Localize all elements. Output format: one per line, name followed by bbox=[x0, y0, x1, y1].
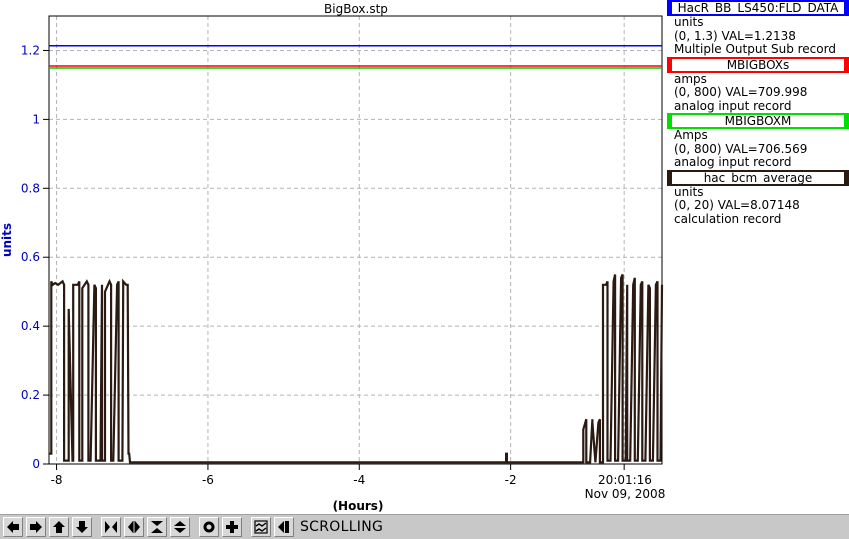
legend-entry-type: analog input record bbox=[674, 155, 792, 169]
zoom-out-x-icon bbox=[128, 521, 140, 533]
pan-right-button[interactable] bbox=[26, 517, 46, 537]
zoom-in-y-button[interactable] bbox=[147, 517, 167, 537]
legend-entry[interactable]: hac_bcm_average units (0, 20) VAL=8.07148 c… bbox=[667, 169, 849, 227]
legend-entry-type: calculation record bbox=[674, 211, 782, 226]
y-axis: 0 0.2 0.4 0.6 0.8 1 1.2 bbox=[21, 43, 49, 471]
zoom-out-x-button[interactable] bbox=[124, 517, 144, 537]
y-tick-label: 1.2 bbox=[21, 43, 40, 57]
x-tick-label: -6 bbox=[202, 473, 214, 487]
zoom-out-y-icon bbox=[174, 521, 186, 533]
legend-entry-range: (0, 800) VAL=706.569 bbox=[674, 141, 808, 156]
pan-up-icon bbox=[53, 521, 65, 533]
legend-entry-range: (0, 1.3) VAL=1.2138 bbox=[674, 28, 796, 43]
current-date-label: Nov 09, 2008 bbox=[585, 487, 666, 501]
pan-left-button[interactable] bbox=[3, 517, 23, 537]
y-tick-label: 1 bbox=[32, 112, 40, 126]
pan-left-icon bbox=[7, 521, 19, 533]
zoom-in-y-icon bbox=[151, 521, 163, 533]
legend-entry-type: Multiple Output Sub record bbox=[674, 42, 836, 56]
scroll-mode-icon bbox=[278, 521, 289, 533]
y-tick-label: 0.2 bbox=[21, 388, 40, 402]
pan-down-button[interactable] bbox=[72, 517, 92, 537]
auto-scale-icon bbox=[203, 521, 215, 533]
reset-button[interactable] bbox=[222, 517, 242, 537]
zoom-out-y-button[interactable] bbox=[170, 517, 190, 537]
legend-entry[interactable]: HacR_BB_LS450:FLD_DATA units (0, 1.3) VAL=… bbox=[667, 0, 849, 57]
stripchart-plot: BigBox.stp 0 0.2 0.4 0.6 0.8 1 1.2 -8 -6 -4 -2 un… bbox=[0, 2, 666, 513]
scroll-mode-button[interactable] bbox=[274, 517, 294, 537]
current-time-label: 20:01:16 bbox=[598, 473, 652, 487]
stagger-button[interactable] bbox=[251, 517, 271, 537]
legend-entry-name[interactable]: MBIGBOXM bbox=[667, 113, 849, 129]
toolbar: SCROLLING bbox=[0, 514, 849, 539]
x-tick-label: -4 bbox=[353, 473, 365, 487]
legend-entry-name[interactable]: HacR_BB_LS450:FLD_DATA bbox=[667, 0, 849, 16]
x-axis: -8 -6 -4 -2 bbox=[51, 464, 625, 487]
chart-title: BigBox.stp bbox=[324, 2, 388, 16]
pan-right-icon bbox=[30, 521, 42, 533]
y-tick-label: 0.8 bbox=[21, 181, 40, 195]
y-tick-label: 0.6 bbox=[21, 250, 40, 264]
stagger-icon bbox=[254, 520, 268, 534]
x-tick-label: -8 bbox=[51, 473, 63, 487]
legend-entry-range: (0, 20) VAL=8.07148 bbox=[674, 198, 800, 212]
legend-entry[interactable]: MBIGBOXM Amps (0, 800) VAL=706.569 analog i… bbox=[667, 113, 849, 170]
legend-entry-range: (0, 800) VAL=709.998 bbox=[674, 85, 808, 99]
series-lines bbox=[49, 44, 664, 464]
reset-icon bbox=[226, 521, 238, 533]
zoom-in-x-button[interactable] bbox=[101, 517, 121, 537]
legend-entry-units: units bbox=[674, 184, 704, 199]
pan-up-button[interactable] bbox=[49, 517, 69, 537]
series-line-hac-bcm-average bbox=[49, 274, 664, 464]
legend: HacR_BB_LS450:FLD_DATA units (0, 1.3) VAL=… bbox=[667, 0, 849, 226]
legend-entry-type: analog input record bbox=[674, 98, 792, 113]
grid-lines bbox=[49, 16, 662, 464]
y-tick-label: 0.4 bbox=[21, 319, 40, 333]
legend-entry-units: amps bbox=[674, 71, 707, 86]
legend-entry[interactable]: MBIGBOXs amps (0, 800) VAL=709.998 analog i… bbox=[667, 56, 849, 114]
pan-down-icon bbox=[76, 521, 88, 533]
x-axis-label: (Hours) bbox=[333, 499, 384, 513]
legend-entry-name[interactable]: MBIGBOXs bbox=[667, 56, 849, 73]
legend-entry-name[interactable]: hac_bcm_average bbox=[667, 169, 849, 186]
y-tick-label: 0 bbox=[32, 457, 40, 471]
x-tick-label: -2 bbox=[505, 473, 517, 487]
legend-entry-units: units bbox=[674, 15, 704, 29]
plot-area-frame bbox=[48, 15, 663, 465]
y-axis-label: units bbox=[0, 223, 14, 257]
status-text: SCROLLING bbox=[300, 519, 384, 535]
zoom-in-x-icon bbox=[105, 521, 117, 533]
legend-entry-units: Amps bbox=[674, 128, 708, 142]
auto-scale-button[interactable] bbox=[199, 517, 219, 537]
